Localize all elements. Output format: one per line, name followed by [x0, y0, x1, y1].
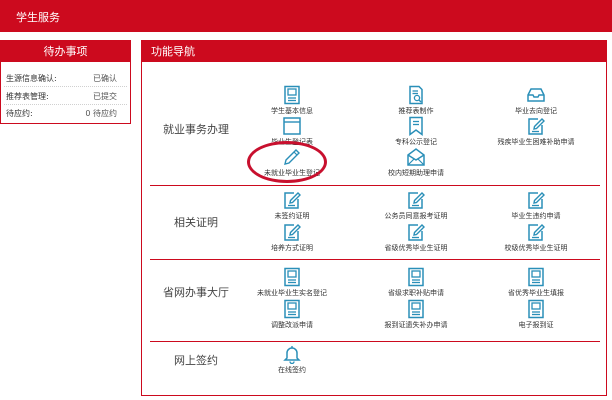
todo-row-value: 已确认 [93, 74, 117, 83]
todo-row-appointment[interactable]: 待应约: 0 待应约 [6, 108, 124, 122]
section-certificates: 相关证明 未签约证明 公务员同意报考证明 毕业生违约申请 培养方式证明 省级优秀… [150, 187, 600, 259]
todo-row-label: 待应约: [6, 109, 33, 118]
section-title: 相关证明 [174, 216, 218, 229]
bell-icon [282, 344, 302, 364]
edit-doc-icon [526, 190, 546, 210]
nav-item-destination-register[interactable]: 毕业去向登记 [476, 85, 596, 116]
bookmark-icon [406, 116, 426, 136]
divider [4, 86, 127, 87]
todo-row-recommendation[interactable]: 推荐表管理: 已提交 [6, 91, 124, 105]
id-card-icon [406, 299, 426, 319]
nav-item-disabled-subsidy[interactable]: 残疾毕业生困难补助申请 [476, 116, 596, 147]
id-card-icon [282, 299, 302, 319]
page-title: 学生服务 [16, 11, 60, 24]
nav-item-label: 电子报到证 [518, 321, 554, 329]
section-online-signing: 网上签约 在线签约 [150, 343, 600, 387]
nav-item-recommendation-form[interactable]: 推荐表制作 [356, 85, 476, 116]
function-nav-panel: 功能导航 就业事务办理 学生基本信息 推荐表制作 毕业去向登记 毕业生登记表 专… [141, 40, 607, 396]
nav-item-college-publicity[interactable]: 专科公示登记 [356, 116, 476, 147]
nav-item-student-info[interactable]: 学生基本信息 [232, 85, 352, 116]
edit-doc-icon [282, 190, 302, 210]
todo-row-value: 0 待应约 [85, 109, 117, 118]
nav-item-label: 报到证遗失补办申请 [384, 321, 448, 329]
nav-item-label: 专科公示登记 [395, 138, 437, 146]
edit-doc-icon [282, 222, 302, 242]
highlight-circle-annotation [247, 141, 327, 183]
nav-item-provincial-excellent-proof[interactable]: 省级优秀毕业生证明 [356, 222, 476, 253]
section-employment-affairs: 就业事务办理 学生基本信息 推荐表制作 毕业去向登记 毕业生登记表 专科公示登记… [150, 75, 600, 185]
todo-row-source-info[interactable]: 生源信息确认: 已确认 [6, 73, 124, 87]
document-search-icon [406, 85, 426, 105]
section-title: 就业事务办理 [163, 123, 229, 136]
edit-doc-icon [526, 116, 546, 136]
top-header-bar: 学生服务 [0, 0, 612, 32]
edit-doc-icon [406, 190, 426, 210]
nav-item-campus-assistant[interactable]: 校内短期助理申请 [356, 147, 476, 178]
nav-panel-title: 功能导航 [142, 41, 606, 62]
section-title: 网上签约 [174, 354, 218, 367]
nav-item-label: 残疾毕业生困难补助申请 [497, 138, 575, 146]
section-divider [150, 341, 600, 342]
section-divider [150, 259, 600, 260]
nav-item-label: 未签约证明 [274, 212, 310, 220]
nav-item-label: 毕业去向登记 [515, 107, 557, 115]
nav-item-label: 调整改派申请 [271, 321, 313, 329]
nav-item-label: 在线签约 [278, 366, 306, 374]
section-title: 省网办事大厅 [163, 286, 229, 299]
nav-item-school-excellent-proof[interactable]: 校级优秀毕业生证明 [476, 222, 596, 253]
id-card-icon [526, 267, 546, 287]
nav-item-label: 校级优秀毕业生证明 [504, 244, 568, 252]
nav-item-label: 培养方式证明 [271, 244, 313, 252]
form-icon [282, 116, 302, 136]
nav-item-label: 省级优秀毕业生证明 [384, 244, 448, 252]
inbox-icon [526, 85, 546, 105]
id-card-icon [282, 267, 302, 287]
nav-item-unemployed-realname[interactable]: 未就业毕业生实名登记 [232, 267, 352, 298]
id-card-icon [282, 85, 302, 105]
todo-row-label: 生源信息确认: [6, 74, 57, 83]
section-provincial-hall: 省网办事大厅 未就业毕业生实名登记 省级求职补贴申请 省优秀毕业生填报 调整改派… [150, 261, 600, 341]
nav-item-job-subsidy[interactable]: 省级求职补贴申请 [356, 267, 476, 298]
nav-item-breach-application[interactable]: 毕业生违约申请 [476, 190, 596, 221]
nav-item-civil-service-proof[interactable]: 公务员同意报考证明 [356, 190, 476, 221]
nav-item-online-signing[interactable]: 在线签约 [232, 344, 352, 375]
nav-item-provincial-excellent-fill[interactable]: 省优秀毕业生填报 [476, 267, 596, 298]
nav-item-label: 学生基本信息 [271, 107, 313, 115]
envelope-icon [406, 147, 426, 167]
edit-doc-icon [526, 222, 546, 242]
nav-item-label: 校内短期助理申请 [388, 169, 444, 177]
id-card-icon [406, 267, 426, 287]
nav-item-label: 未就业毕业生实名登记 [257, 289, 327, 297]
nav-item-label: 省级求职补贴申请 [388, 289, 444, 297]
nav-item-label: 推荐表制作 [398, 107, 434, 115]
section-divider [150, 185, 600, 186]
nav-item-label: 毕业生违约申请 [511, 212, 561, 220]
id-card-icon [526, 299, 546, 319]
nav-item-label: 省优秀毕业生填报 [508, 289, 564, 297]
nav-item-reassignment[interactable]: 调整改派申请 [232, 299, 352, 330]
nav-item-lost-report-card[interactable]: 报到证遗失补办申请 [356, 299, 476, 330]
nav-item-e-report-card[interactable]: 电子报到证 [476, 299, 596, 330]
todo-row-label: 推荐表管理: [6, 92, 49, 101]
divider [4, 104, 127, 105]
todo-panel: 待办事项 生源信息确认: 已确认 推荐表管理: 已提交 待应约: 0 待应约 [0, 40, 131, 124]
edit-doc-icon [406, 222, 426, 242]
nav-item-unsigned-proof[interactable]: 未签约证明 [232, 190, 352, 221]
todo-row-value: 已提交 [93, 92, 117, 101]
todo-panel-title: 待办事项 [1, 41, 130, 62]
nav-item-label: 公务员同意报考证明 [384, 212, 448, 220]
nav-item-training-mode-proof[interactable]: 培养方式证明 [232, 222, 352, 253]
